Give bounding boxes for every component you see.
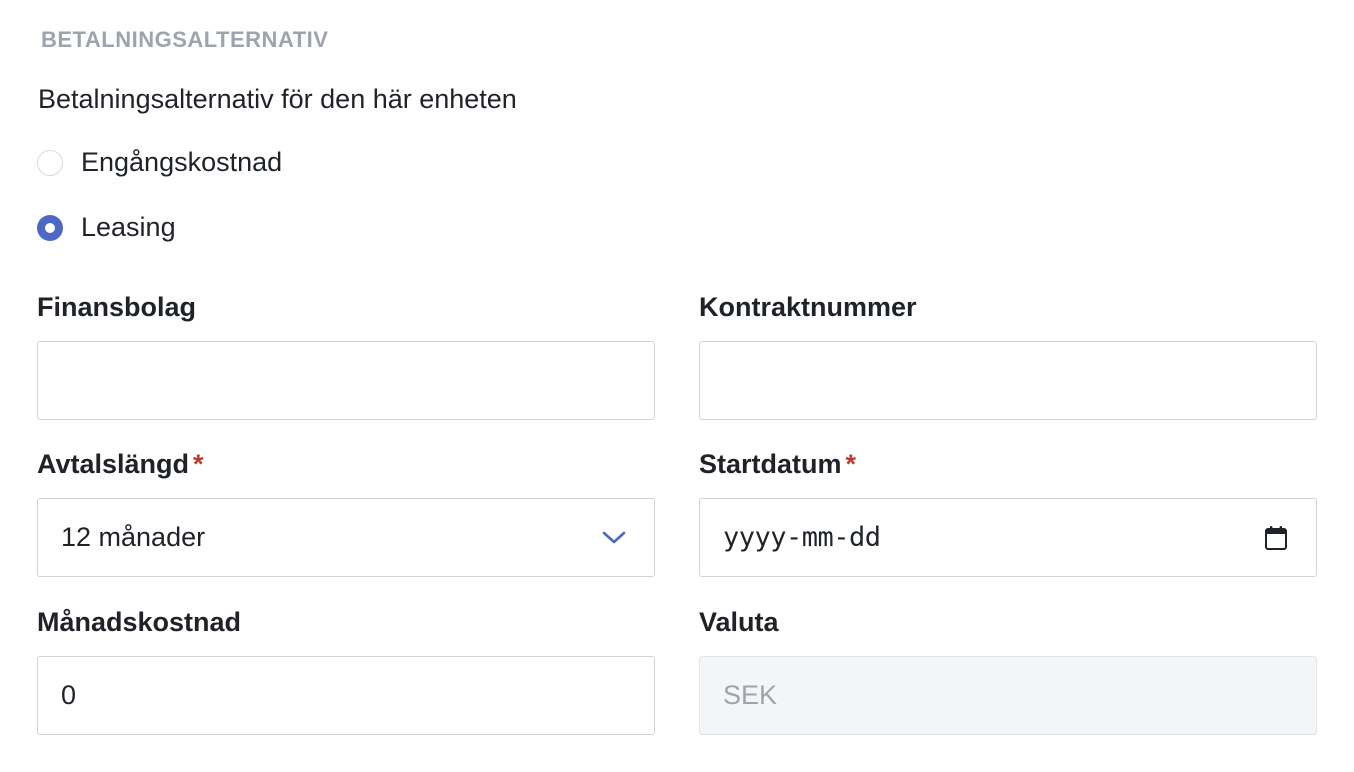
startdatum-label-text: Startdatum xyxy=(699,449,842,479)
valuta-label: Valuta xyxy=(699,607,779,637)
avtalslangd-label: Avtalslängd * xyxy=(37,446,655,482)
manadskostnad-label: Månadskostnad xyxy=(37,607,242,637)
manadskostnad-input[interactable]: 0 xyxy=(37,656,655,735)
radio-label: Leasing xyxy=(81,212,176,242)
finansbolag-field: Finansbolag xyxy=(37,289,655,420)
finansbolag-label: Finansbolag xyxy=(37,292,197,322)
valuta-field: Valuta SEK xyxy=(699,604,1317,735)
required-asterisk: * xyxy=(193,449,204,479)
avtalslangd-selected-value: 12 månader xyxy=(61,522,206,552)
kontraktnummer-label: Kontraktnummer xyxy=(699,292,917,322)
avtalslangd-label-text: Avtalslängd xyxy=(37,449,190,479)
section-title: BETALNINGSALTERNATIV xyxy=(41,27,329,52)
avtalslangd-select[interactable]: 12 månader xyxy=(37,498,655,577)
calendar-icon[interactable] xyxy=(1264,525,1288,551)
manadskostnad-field: Månadskostnad 0 xyxy=(37,604,655,735)
chevron-down-icon xyxy=(602,531,626,543)
radio-button-unchecked[interactable] xyxy=(37,149,63,176)
kontraktnummer-field: Kontraktnummer xyxy=(699,289,1317,420)
startdatum-date-input[interactable]: yyyy-mm-dd xyxy=(699,498,1317,577)
startdatum-field: Startdatum * yyyy-mm-dd xyxy=(699,446,1317,577)
radio-option-leasing[interactable]: Leasing xyxy=(37,212,176,243)
finansbolag-input[interactable] xyxy=(37,341,655,420)
radio-label: Engångskostnad xyxy=(81,147,283,177)
payment-options-form: BETALNINGSALTERNATIV Betalningsalternati… xyxy=(0,0,1354,772)
startdatum-placeholder: yyyy-mm-dd xyxy=(723,522,881,553)
avtalslangd-field: Avtalslängd * 12 månader xyxy=(37,446,655,577)
radio-option-engangskostnad[interactable]: Engångskostnad xyxy=(37,147,282,178)
valuta-input-disabled: SEK xyxy=(699,656,1317,735)
kontraktnummer-input[interactable] xyxy=(699,341,1317,420)
radio-button-checked[interactable] xyxy=(37,214,63,241)
startdatum-label: Startdatum * xyxy=(699,446,1317,482)
required-asterisk: * xyxy=(845,449,857,479)
payment-question: Betalningsalternativ för den här enheten xyxy=(38,84,517,114)
